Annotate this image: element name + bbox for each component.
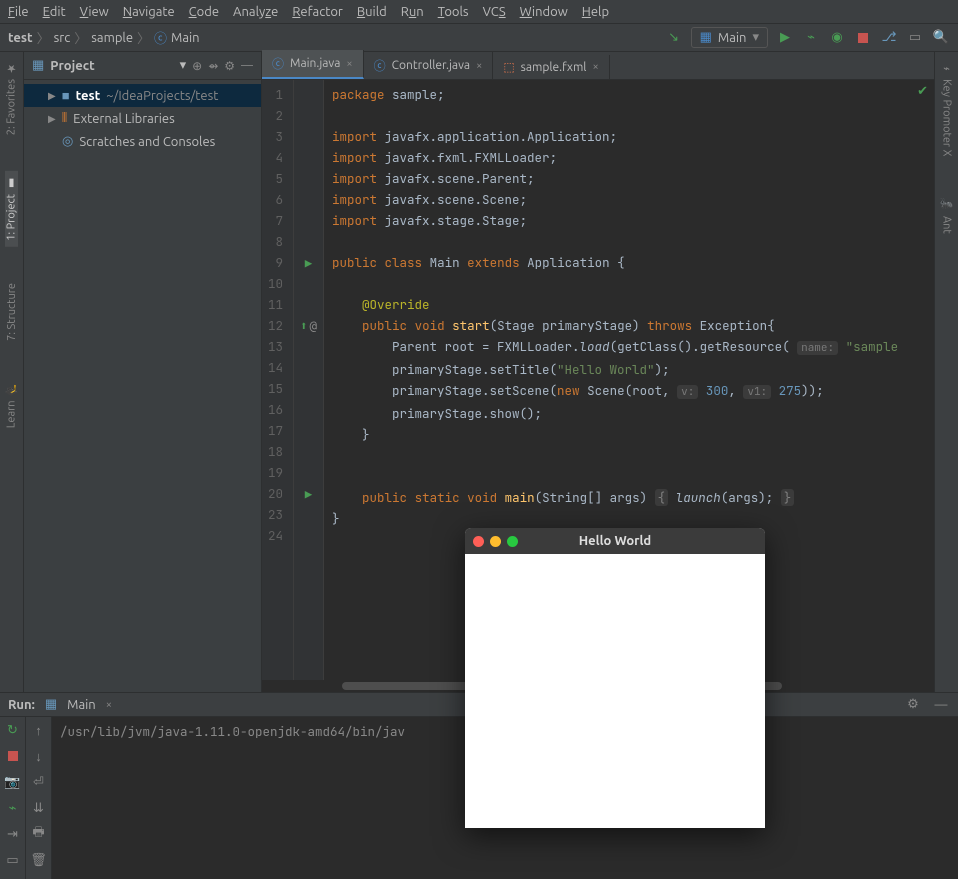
menu-vcs[interactable]: VCS <box>483 5 506 19</box>
breadcrumb-file[interactable]: Main <box>171 31 200 45</box>
tab-controller-java[interactable]: ⓒ Controller.java × <box>364 52 494 79</box>
breadcrumb[interactable]: test 〉 src 〉 sample 〉 ⓒ Main <box>8 28 665 47</box>
search-icon[interactable]: 🔍 <box>932 29 950 47</box>
run-gutter-icon[interactable]: ▶ <box>305 483 313 504</box>
breadcrumb-project[interactable]: test <box>8 31 33 45</box>
menu-tools[interactable]: Tools <box>438 5 469 19</box>
tab-keypromoter[interactable]: ⌁ Key Promoter X <box>940 56 953 162</box>
run-config-name: Main <box>718 31 747 45</box>
app-window[interactable]: Hello World <box>465 528 765 828</box>
close-icon[interactable]: × <box>592 61 598 73</box>
menu-run[interactable]: Run <box>401 5 424 19</box>
collapse-icon[interactable]: ⇴ <box>208 59 218 73</box>
tree-scratches[interactable]: ◎ Scratches and Consoles <box>24 130 261 153</box>
app-titlebar[interactable]: Hello World <box>465 528 765 554</box>
run-config-selector[interactable]: ▦ Main ▾ <box>691 27 768 48</box>
inspection-ok-icon[interactable]: ✔ <box>917 84 928 99</box>
marker-gutter: ▶ ⬆@ ▶ <box>294 80 324 692</box>
breadcrumb-pkg[interactable]: sample <box>91 31 133 45</box>
tab-project[interactable]: 1: Project ▮ <box>5 171 18 247</box>
run-toolbar-left: ↻ 📷 ⌁ ⇥ ▭ <box>0 717 26 879</box>
menu-edit[interactable]: Edit <box>43 5 66 19</box>
run-config-label[interactable]: Main <box>67 698 96 712</box>
tree-project-root[interactable]: ▶ ■ test ~/IdeaProjects/test <box>24 84 261 107</box>
locate-icon[interactable]: ⊕ <box>192 59 202 73</box>
debug-button[interactable]: ⌁ <box>802 29 820 47</box>
menu-refactor[interactable]: Refactor <box>292 5 343 19</box>
build-icon[interactable]: ↘ <box>665 29 683 47</box>
panel-icon[interactable]: ▭ <box>906 29 924 47</box>
settings-icon[interactable]: ⚙ <box>224 59 235 73</box>
close-icon[interactable]: × <box>476 60 482 72</box>
scroll-icon[interactable]: ⇊ <box>30 799 48 817</box>
stop-icon[interactable] <box>4 747 22 765</box>
run-gutter-icon[interactable]: ▶ <box>305 252 313 273</box>
editor-tabs: ⓒ Main.java × ⓒ Controller.java × ⬚ samp… <box>262 52 934 80</box>
run-button[interactable]: ▶ <box>776 29 794 47</box>
app-title: Hello World <box>524 534 706 548</box>
run-label: Run: <box>8 698 35 712</box>
pin-icon[interactable]: ▭ <box>4 851 22 869</box>
menu-help[interactable]: Help <box>582 5 609 19</box>
tab-favorites[interactable]: 2: Favorites ★ <box>5 56 18 141</box>
project-panel-header: ▦ Project ▾ ⊕ ⇴ ⚙ — <box>24 52 261 80</box>
exit-icon[interactable]: ⌁ <box>4 799 22 817</box>
maximize-dot[interactable] <box>507 536 518 547</box>
menu-view[interactable]: View <box>80 5 109 19</box>
stop-button[interactable] <box>854 29 872 47</box>
menubar: File Edit View Navigate Code Analyze Ref… <box>0 0 958 24</box>
left-tool-gutter: 2: Favorites ★ 1: Project ▮ 7: Structure… <box>0 52 24 692</box>
tab-ant[interactable]: 🐜 Ant <box>940 192 953 239</box>
line-gutter: 12345678910111213141516171819202324 <box>262 80 294 692</box>
right-tool-gutter: ⌁ Key Promoter X 🐜 Ant <box>934 52 958 692</box>
tree-external-libs[interactable]: ▶ ⫴ External Libraries <box>24 107 261 130</box>
tab-sample-fxml[interactable]: ⬚ sample.fxml × <box>493 55 609 79</box>
down-icon[interactable]: ↓ <box>30 747 48 765</box>
rerun-icon[interactable]: ↻ <box>4 721 22 739</box>
gear-icon[interactable]: ⚙ <box>904 696 922 714</box>
tab-learn[interactable]: Learn 🎓 <box>5 377 18 434</box>
menu-build[interactable]: Build <box>357 5 387 19</box>
layout-icon[interactable]: ⇥ <box>4 825 22 843</box>
tab-structure[interactable]: 7: Structure <box>6 277 18 347</box>
menu-navigate[interactable]: Navigate <box>123 5 175 19</box>
run-toolbar-right: ↑ ↓ ⏎ ⇊ 🖶 🗑 <box>26 717 52 879</box>
minimize-dot[interactable] <box>490 536 501 547</box>
minimize-icon[interactable]: — <box>932 696 950 714</box>
close-icon[interactable]: × <box>346 58 352 70</box>
menu-file[interactable]: File <box>8 5 29 19</box>
print-icon[interactable]: 🖶 <box>30 825 48 843</box>
close-dot[interactable] <box>473 536 484 547</box>
breadcrumb-src[interactable]: src <box>54 31 71 45</box>
dump-icon[interactable]: 📷 <box>4 773 22 791</box>
navigation-bar: test 〉 src 〉 sample 〉 ⓒ Main ↘ ▦ Main ▾ … <box>0 24 958 52</box>
project-panel: ▦ Project ▾ ⊕ ⇴ ⚙ — ▶ ■ test ~/IdeaProje… <box>24 52 262 692</box>
project-panel-title[interactable]: Project <box>50 59 173 73</box>
menu-window[interactable]: Window <box>520 5 568 19</box>
hide-icon[interactable]: — <box>241 59 253 72</box>
menu-code[interactable]: Code <box>189 5 219 19</box>
wrap-icon[interactable]: ⏎ <box>30 773 48 791</box>
coverage-button[interactable]: ◉ <box>828 29 846 47</box>
tab-main-java[interactable]: ⓒ Main.java × <box>262 50 364 79</box>
up-icon[interactable]: ↑ <box>30 721 48 739</box>
trash-icon[interactable]: 🗑 <box>30 851 48 869</box>
menu-analyze[interactable]: Analyze <box>233 5 278 19</box>
git-icon[interactable]: ⎇ <box>880 29 898 47</box>
